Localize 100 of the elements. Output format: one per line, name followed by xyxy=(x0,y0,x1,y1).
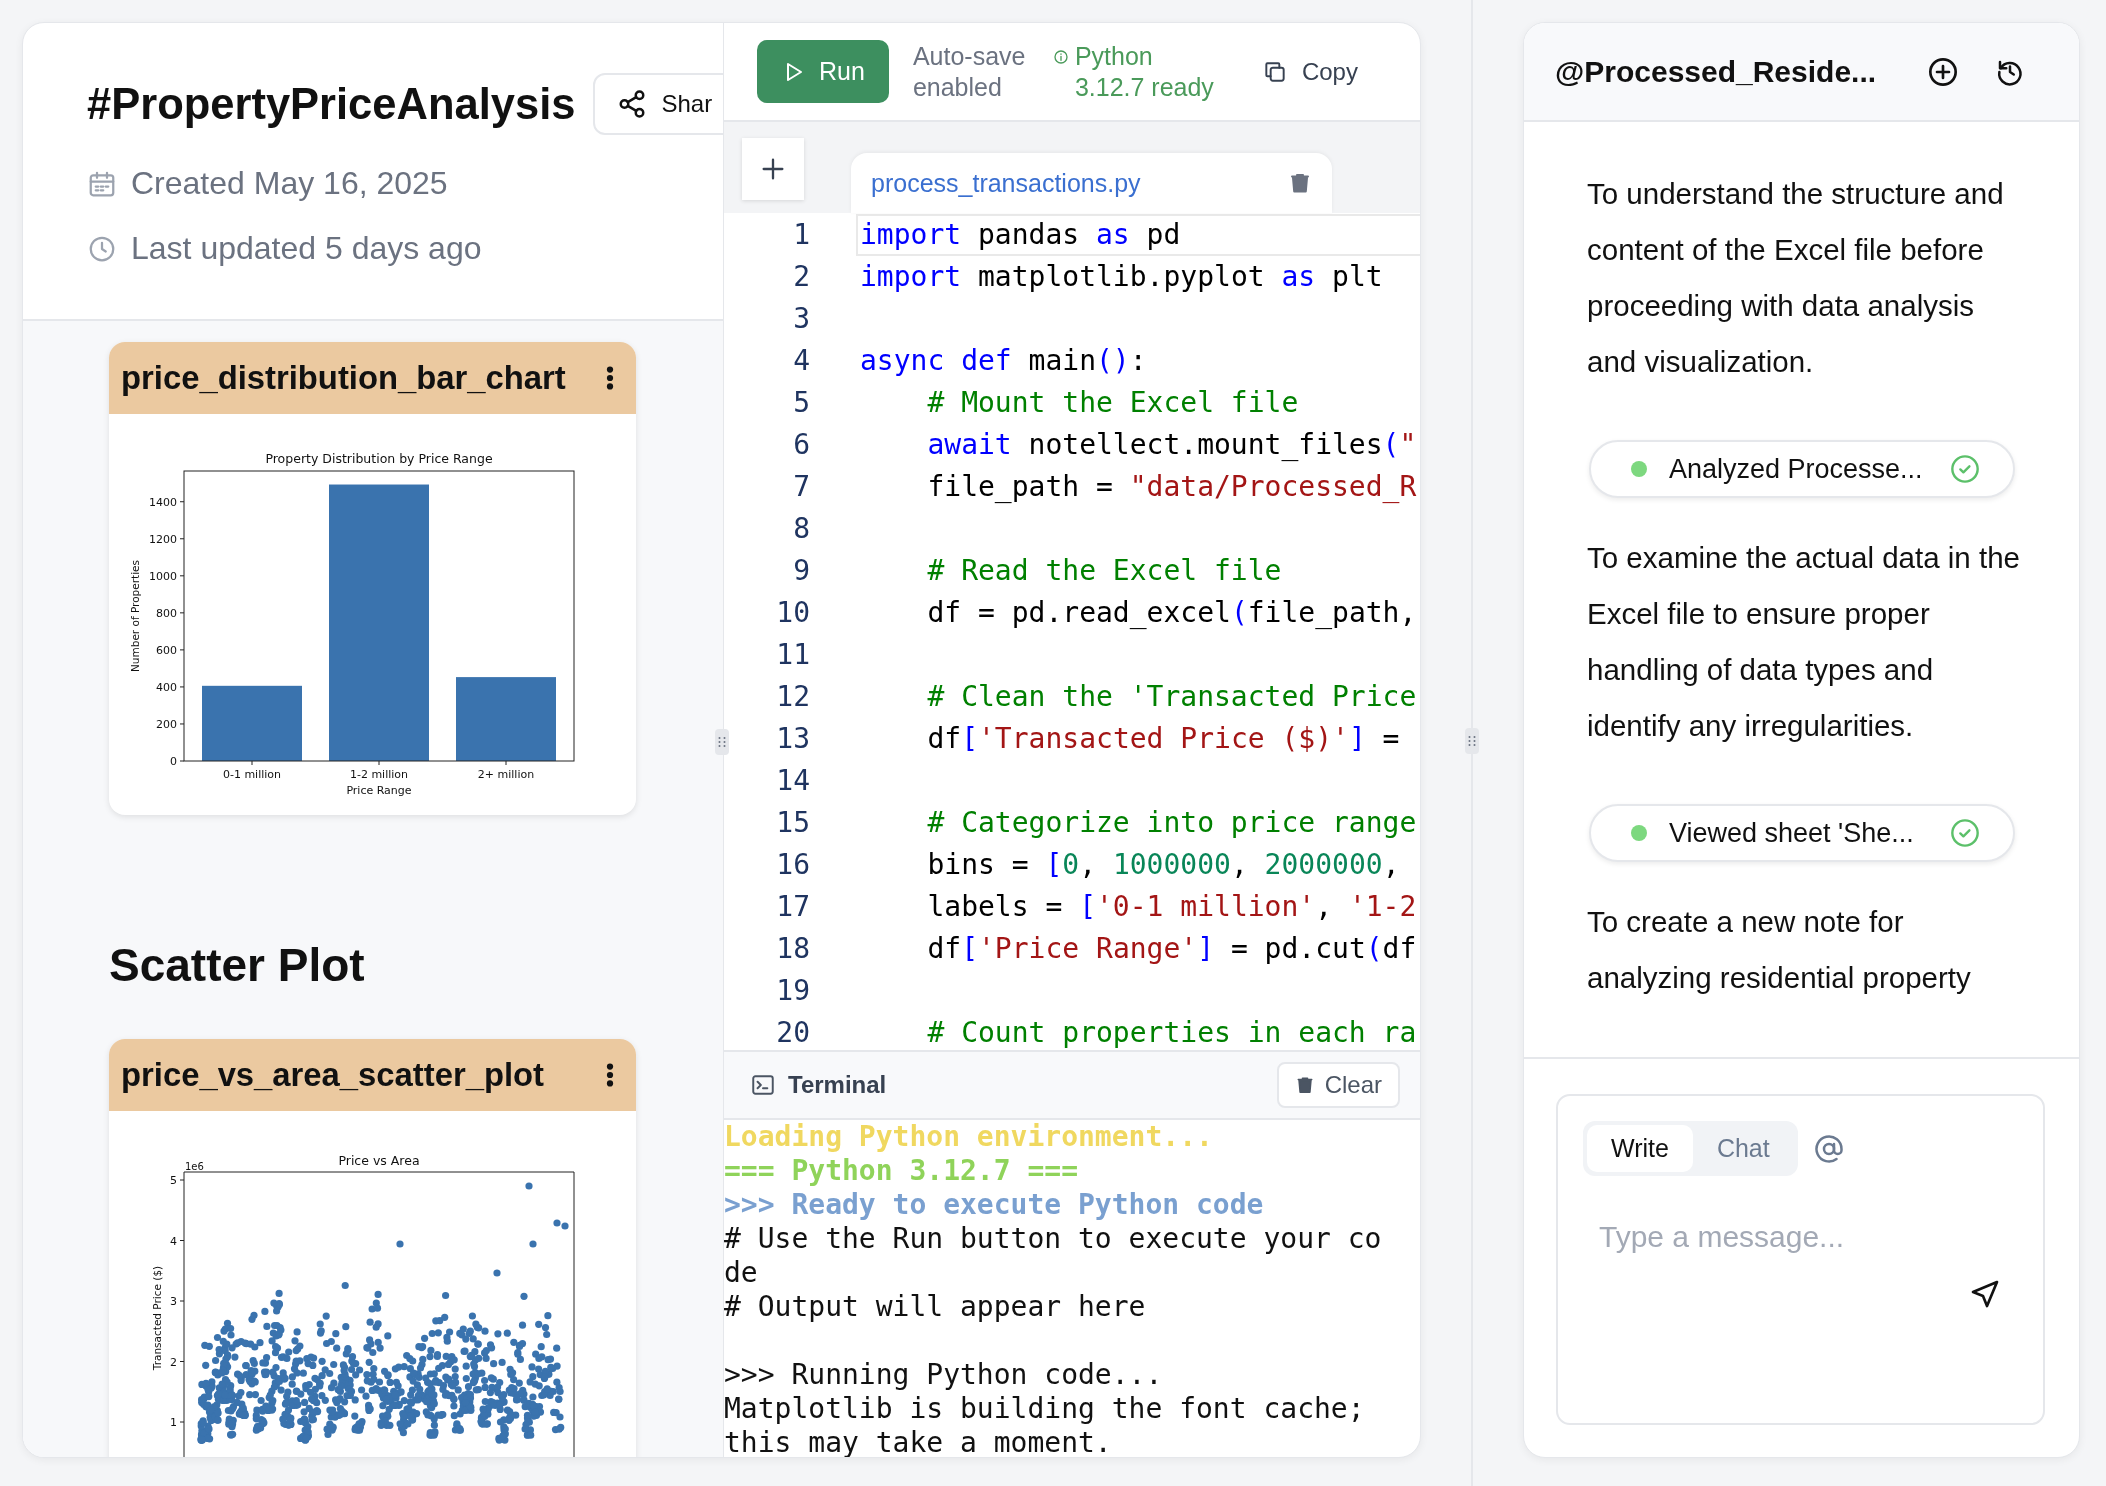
line-number: 7 xyxy=(792,469,810,505)
more-icon xyxy=(606,1063,614,1087)
clear-button[interactable]: Clear xyxy=(1276,1062,1400,1108)
mode-tab[interactable]: Chat xyxy=(1692,1125,1794,1172)
grip-icon xyxy=(718,734,726,750)
axis-tick-label: 1-2 million xyxy=(349,768,409,781)
line-number: 11 xyxy=(775,637,810,673)
run-button[interactable]: Run xyxy=(757,40,889,103)
section-heading: Scatter Plot xyxy=(109,938,366,992)
chat-message: To examine the actual data in the Excel file to ensure proper handling of data types and identify any irregularities. xyxy=(1587,540,2021,744)
axis-tick-label: 0-1 million xyxy=(222,768,282,781)
line-number: 17 xyxy=(775,889,810,925)
line-number: 16 xyxy=(775,847,810,883)
terminal-line: Matplotlib is building the font cache; xyxy=(724,1392,1366,1426)
code-line: async def main(): xyxy=(859,343,1148,379)
code-line: df['Price Range'] = pd.cut(df xyxy=(926,931,1418,967)
trash-icon xyxy=(1288,171,1312,195)
code-line: bins = [0, 1000000, 2000000, xyxy=(926,847,1401,883)
line-number: 20 xyxy=(775,1015,810,1050)
axis-tick-label: 200 xyxy=(156,717,177,731)
line-number: 13 xyxy=(775,721,810,757)
line-number: 15 xyxy=(775,805,810,841)
line-number: 18 xyxy=(775,931,810,967)
panel-title: @Processed_Reside... xyxy=(1555,54,1878,89)
axis-tick-label: 2+ million xyxy=(477,768,535,781)
axis-tick-label: 2 xyxy=(170,1355,177,1369)
chart-title: Price vs Area xyxy=(338,1153,420,1168)
terminal-line: Loading Python environment... xyxy=(724,1120,1214,1154)
axis-tick-label: 4 xyxy=(170,1234,177,1248)
mention-button[interactable] xyxy=(1813,1133,1844,1164)
code-line: labels = ['0-1 million', '1-2 xyxy=(926,889,1418,925)
at-icon xyxy=(1813,1133,1844,1164)
line-number: 8 xyxy=(792,511,810,547)
line-number: 14 xyxy=(775,763,810,799)
step-chip[interactable]: Analyzed Processe... xyxy=(1589,440,2015,498)
code-line: file_path = "data/Processed_R xyxy=(926,469,1418,505)
file-name: process_transactions.py xyxy=(871,168,1141,198)
line-number: 10 xyxy=(775,595,810,631)
terminal-line: >>> Ready to execute Python code xyxy=(724,1188,1265,1222)
line-number: 4 xyxy=(792,343,810,379)
code-line: await notellect.mount_files(" xyxy=(926,427,1418,463)
status-dot xyxy=(1631,461,1647,477)
mode-tab[interactable]: Write xyxy=(1587,1125,1693,1172)
created-date: Created May 16, 2025 xyxy=(131,165,448,202)
axis-tick-label: 0 xyxy=(170,755,177,768)
axis-label: Price Range xyxy=(346,784,412,797)
file-tab[interactable]: process_transactions.py xyxy=(851,153,1332,213)
terminal-line: # Output will appear here xyxy=(724,1290,1147,1324)
terminal-icon xyxy=(750,1072,776,1098)
line-number: 3 xyxy=(792,301,810,337)
resize-handle[interactable] xyxy=(715,729,729,755)
terminal-title: Terminal xyxy=(788,1071,888,1099)
line-number: 1 xyxy=(792,217,810,253)
updated-date: Last updated 5 days ago xyxy=(131,230,482,267)
axis-tick-label: 5 xyxy=(170,1174,177,1187)
axis-label: Number of Properties xyxy=(129,560,141,672)
line-number: 12 xyxy=(775,679,810,715)
code-line: df['Transacted Price ($)'] = xyxy=(926,721,1401,757)
runtime-status: Python 3.12.7 ready xyxy=(1074,40,1215,103)
new-chat-button[interactable] xyxy=(1927,55,1959,88)
add-cell-button[interactable] xyxy=(742,138,804,200)
axis-tick-label: 1400 xyxy=(149,495,177,509)
terminal-line: this may take a moment. xyxy=(724,1426,1113,1457)
chat-message: To understand the structure and content of the Excel file before proceeding with data analysis and visualization. xyxy=(1587,176,2005,380)
more-icon xyxy=(606,366,614,390)
info-icon xyxy=(1052,48,1069,65)
card-title: price_distribution_bar_chart xyxy=(121,359,566,397)
code-line: # Count properties in each ra xyxy=(926,1015,1418,1050)
note-title: #PropertyPriceAnalysis xyxy=(87,79,576,129)
step-chip[interactable]: Viewed sheet 'She... xyxy=(1589,804,2015,862)
autosave-status: Auto-save enabled xyxy=(912,40,1027,103)
share-button[interactable]: Shar xyxy=(593,73,723,135)
resize-handle[interactable] xyxy=(1465,728,1479,754)
copy-button[interactable]: Copy xyxy=(1255,56,1364,87)
code-line: import pandas as pd xyxy=(856,214,1420,256)
line-number: 5 xyxy=(792,385,810,421)
code-line: # Categorize into price range xyxy=(926,805,1418,841)
terminal-line: >>> Running Python code... xyxy=(724,1358,1164,1392)
terminal-line: # Use the Run button to execute your code xyxy=(724,1222,1383,1290)
axis-tick-label: 1000 xyxy=(149,569,177,583)
axis-tick-label: 600 xyxy=(156,643,177,657)
axis-tick-label: 800 xyxy=(156,606,177,620)
code-line: # Clean the 'Transacted Price xyxy=(926,679,1418,715)
code-line: import matplotlib.pyplot as plt xyxy=(859,259,1384,295)
delete-button[interactable] xyxy=(1288,171,1312,195)
send-button[interactable] xyxy=(1969,1278,2001,1310)
axis-tick-label: 1 xyxy=(170,1416,177,1429)
axis-tick-label: 1200 xyxy=(149,532,177,546)
chat-message: To create a new note for analyzing residential property xyxy=(1587,904,1972,996)
axis-tick-label: 400 xyxy=(156,680,177,694)
line-number: 2 xyxy=(792,259,810,295)
card-title: price_vs_area_scatter_plot xyxy=(121,1056,544,1094)
code-line: # Mount the Excel file xyxy=(926,385,1300,421)
plus-circle-icon xyxy=(1927,55,1959,88)
send-icon xyxy=(1969,1278,2001,1310)
line-number: 19 xyxy=(775,973,810,1009)
code-line: df = pd.read_excel(file_path, xyxy=(926,595,1418,631)
line-number: 9 xyxy=(792,553,810,589)
line-number: 6 xyxy=(792,427,810,463)
terminal-line: === Python 3.12.7 === xyxy=(724,1154,1079,1188)
